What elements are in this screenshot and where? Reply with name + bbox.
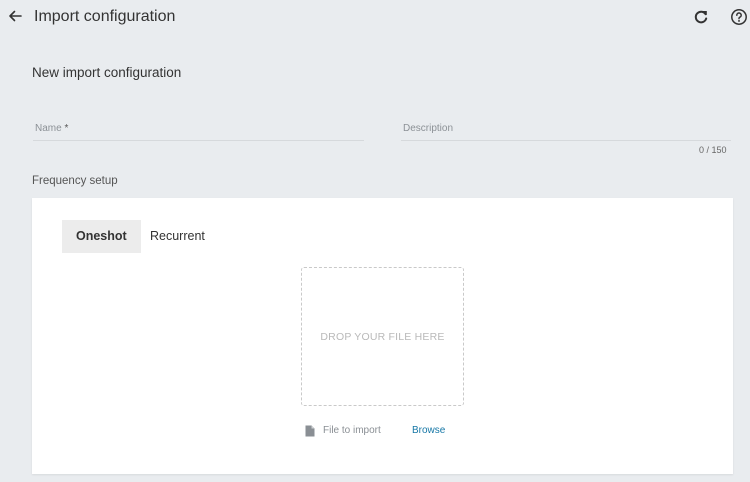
name-label-text: Name [35, 123, 62, 134]
file-to-import-label: File to import [323, 425, 381, 436]
required-marker: * [64, 123, 69, 134]
frequency-card: Oneshot Recurrent DROP YOUR FILE HERE Fi… [32, 198, 733, 474]
file-icon [305, 425, 315, 437]
form-subtitle: New import configuration [32, 65, 182, 80]
tab-recurrent[interactable]: Recurrent [136, 220, 219, 253]
tab-oneshot[interactable]: Oneshot [62, 220, 141, 253]
page-title: Import configuration [34, 8, 176, 25]
drop-zone-text: DROP YOUR FILE HERE [320, 330, 445, 343]
file-drop-zone[interactable]: DROP YOUR FILE HERE [301, 267, 464, 406]
description-counter: 0 / 150 [699, 145, 727, 155]
description-field[interactable]: Description [401, 122, 731, 141]
top-bar: Import configuration [0, 0, 750, 34]
description-label: Description [403, 123, 454, 134]
arrow-left-icon[interactable] [6, 7, 24, 25]
name-field[interactable]: Name * [33, 122, 364, 141]
browse-link[interactable]: Browse [412, 425, 445, 436]
frequency-section-title: Frequency setup [32, 175, 118, 187]
name-label: Name * [35, 123, 68, 134]
refresh-icon[interactable] [692, 8, 710, 26]
help-circle-icon[interactable] [730, 8, 748, 26]
